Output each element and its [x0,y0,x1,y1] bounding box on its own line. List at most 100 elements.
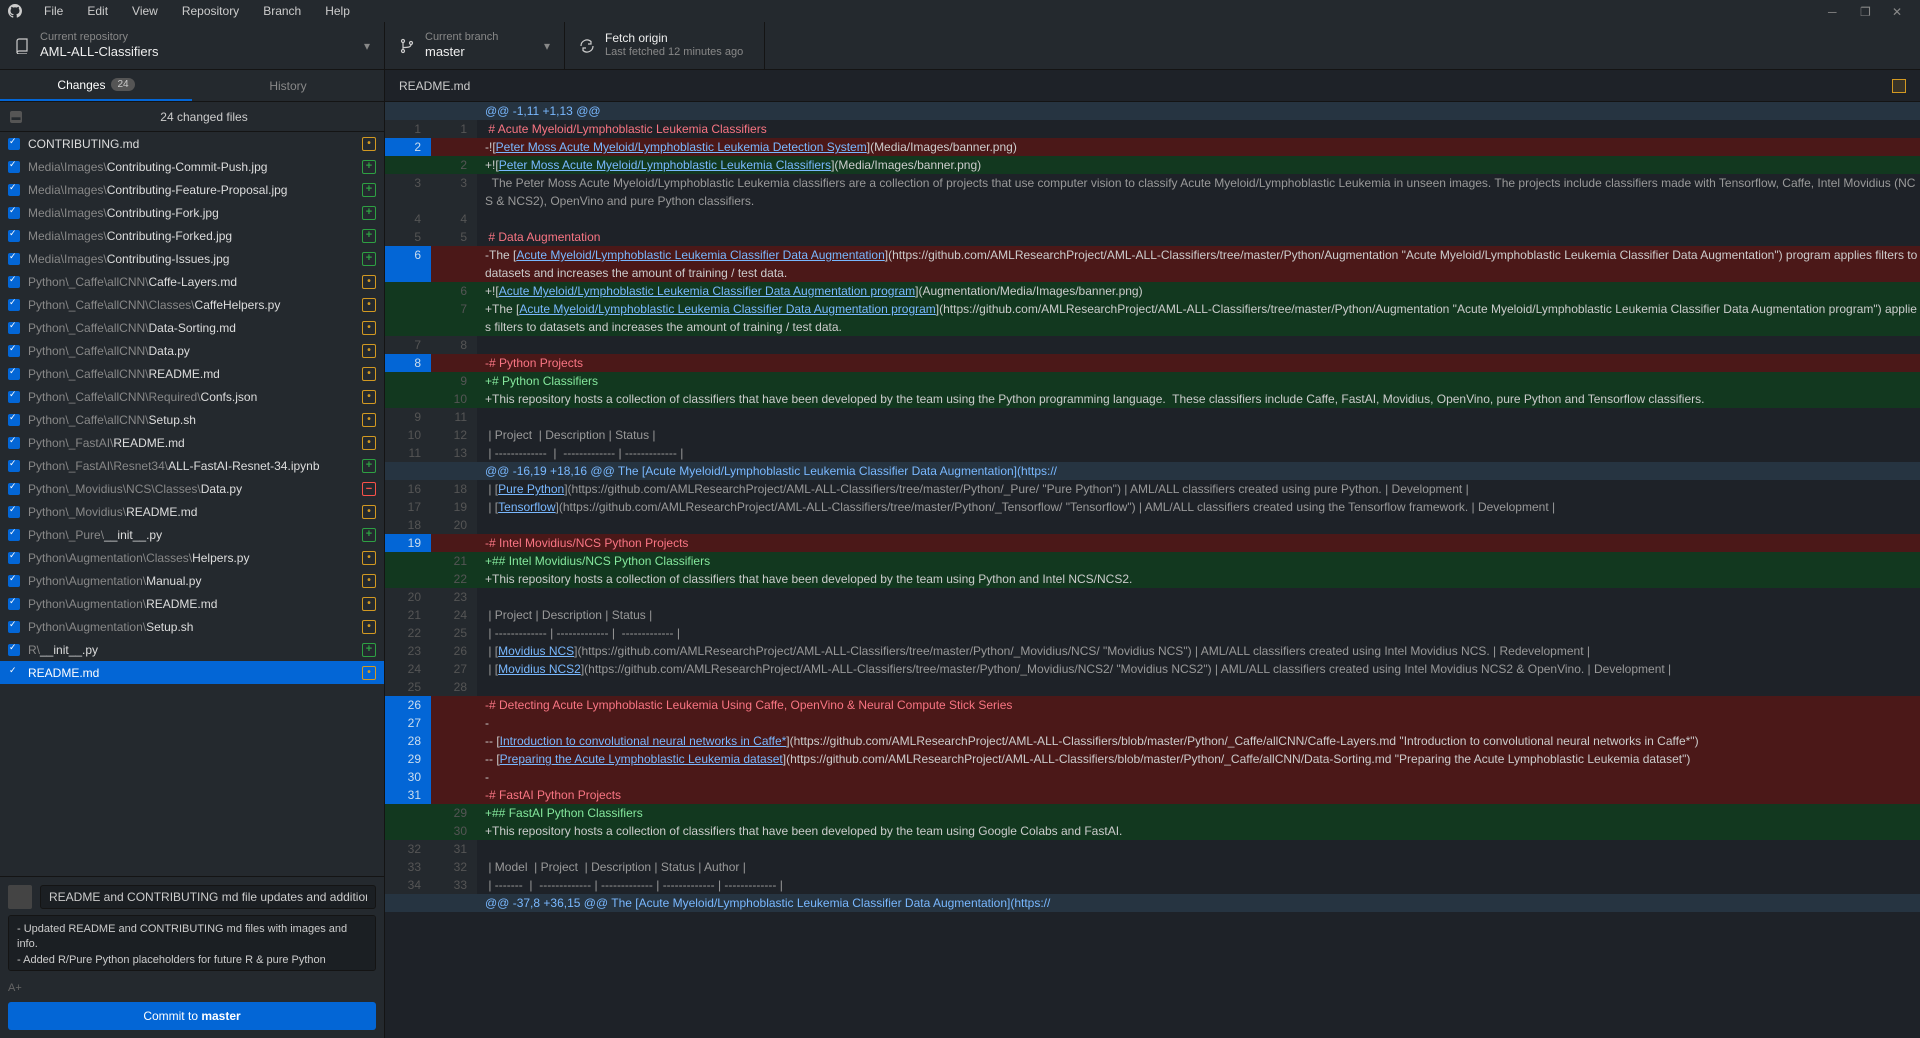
file-checkbox[interactable] [8,460,20,472]
diff-line: 31-# FastAI Python Projects [385,786,1920,804]
file-checkbox[interactable] [8,230,20,242]
file-row[interactable]: Python\_Caffe\allCNN\Caffe-Layers.md [0,270,384,293]
status-added-icon [362,459,376,473]
diff-line: 30+This repository hosts a collection of… [385,822,1920,840]
file-path: Python\_Caffe\allCNN\Setup.sh [28,413,358,427]
expand-diff-icon[interactable] [1892,79,1906,93]
file-path: Python\_Caffe\allCNN\README.md [28,367,358,381]
file-row[interactable]: Python\Augmentation\Manual.py [0,569,384,592]
diff-line: 26-# Detecting Acute Lymphoblastic Leuke… [385,696,1920,714]
file-checkbox[interactable] [8,207,20,219]
file-row[interactable]: Python\_Caffe\allCNN\Data.py [0,339,384,362]
file-checkbox[interactable] [8,598,20,610]
current-branch-selector[interactable]: Current branch master ▾ [385,22,565,69]
file-row[interactable]: Python\_Caffe\allCNN\Classes\CaffeHelper… [0,293,384,316]
commit-description-input[interactable] [8,915,376,971]
file-checkbox[interactable] [8,437,20,449]
file-checkbox[interactable] [8,667,20,679]
file-row[interactable]: Python\_Movidius\NCS\Classes\Data.py [0,477,384,500]
titlebar: FileEditViewRepositoryBranchHelp ─ ❐ ✕ [0,0,1920,22]
add-coauthor-button[interactable]: A+ [8,980,376,1002]
menu-branch[interactable]: Branch [253,2,311,20]
file-checkbox[interactable] [8,414,20,426]
file-row[interactable]: Media\Images\Contributing-Commit-Push.jp… [0,155,384,178]
sidebar: Changes 24 History ▬ 24 changed files CO… [0,70,385,1038]
file-checkbox[interactable] [8,506,20,518]
file-row[interactable]: Media\Images\Contributing-Issues.jpg [0,247,384,270]
file-row[interactable]: Media\Images\Contributing-Fork.jpg [0,201,384,224]
file-path: Python\_FastAI\Resnet34\ALL-FastAI-Resne… [28,459,358,473]
file-row[interactable]: README.md [0,661,384,684]
fetch-origin-button[interactable]: Fetch origin Last fetched 12 minutes ago [565,22,765,69]
tab-changes-label: Changes [57,78,105,92]
file-checkbox[interactable] [8,552,20,564]
file-row[interactable]: Media\Images\Contributing-Forked.jpg [0,224,384,247]
diff-view[interactable]: @@ -1,11 +1,13 @@11 # Acute Myeloid/Lymp… [385,102,1920,1038]
diff-line: 27- [385,714,1920,732]
file-checkbox[interactable] [8,184,20,196]
avatar [8,885,32,909]
file-checkbox[interactable] [8,299,20,311]
diff-line: 2124 | Project | Description | Status | [385,606,1920,624]
maximize-icon[interactable]: ❐ [1860,5,1872,17]
file-row[interactable]: Python\_Caffe\allCNN\Data-Sorting.md [0,316,384,339]
menu-edit[interactable]: Edit [77,2,118,20]
close-icon[interactable]: ✕ [1892,5,1904,17]
file-row[interactable]: Python\_Caffe\allCNN\README.md [0,362,384,385]
file-checkbox[interactable] [8,138,20,150]
status-added-icon [362,206,376,220]
status-modified-icon [362,597,376,611]
menu-help[interactable]: Help [315,2,360,20]
file-row[interactable]: Python\Augmentation\Classes\Helpers.py [0,546,384,569]
open-file-name: README.md [399,79,470,93]
diff-line: 1820 [385,516,1920,534]
file-row[interactable]: Python\Augmentation\README.md [0,592,384,615]
sidebar-tabs: Changes 24 History [0,70,384,102]
file-checkbox[interactable] [8,644,20,656]
file-row[interactable]: Python\_Pure\__init__.py [0,523,384,546]
file-row[interactable]: Python\_Caffe\allCNN\Setup.sh [0,408,384,431]
file-path: Python\_Caffe\allCNN\Classes\CaffeHelper… [28,298,358,312]
file-row[interactable]: R\__init__.py [0,638,384,661]
menu-view[interactable]: View [122,2,168,20]
fetch-label: Fetch origin [605,31,743,46]
menu-repository[interactable]: Repository [172,2,249,20]
file-row[interactable]: Python\_FastAI\Resnet34\ALL-FastAI-Resne… [0,454,384,477]
file-row[interactable]: Python\_Movidius\README.md [0,500,384,523]
file-checkbox[interactable] [8,253,20,265]
tab-history[interactable]: History [192,70,384,101]
file-row[interactable]: CONTRIBUTING.md [0,132,384,155]
file-path: Python\_Pure\__init__.py [28,528,358,542]
file-row[interactable]: Python\Augmentation\Setup.sh [0,615,384,638]
diff-line: 29+## FastAI Python Classifiers [385,804,1920,822]
file-checkbox[interactable] [8,276,20,288]
file-row[interactable]: Media\Images\Contributing-Feature-Propos… [0,178,384,201]
file-list: CONTRIBUTING.mdMedia\Images\Contributing… [0,132,384,876]
file-checkbox[interactable] [8,621,20,633]
file-checkbox[interactable] [8,391,20,403]
file-checkbox[interactable] [8,322,20,334]
file-path: Media\Images\Contributing-Feature-Propos… [28,183,358,197]
diff-line: 2528 [385,678,1920,696]
file-row[interactable]: Python\_FastAI\README.md [0,431,384,454]
file-checkbox[interactable] [8,345,20,357]
diff-line: 7+The [Acute Myeloid/Lymphoblastic Leuke… [385,300,1920,336]
file-row[interactable]: Python\_Caffe\allCNN\Required\Confs.json [0,385,384,408]
tab-history-label: History [269,79,306,93]
file-checkbox[interactable] [8,483,20,495]
file-checkbox[interactable] [8,575,20,587]
tab-changes[interactable]: Changes 24 [0,70,192,101]
current-repository-selector[interactable]: Current repository AML-ALL-Classifiers ▾ [0,22,385,69]
minimize-icon[interactable]: ─ [1828,5,1840,17]
select-all-checkbox[interactable]: ▬ [10,111,22,123]
file-checkbox[interactable] [8,368,20,380]
status-added-icon [362,183,376,197]
diff-line: 2023 [385,588,1920,606]
commit-button[interactable]: Commit to master [8,1002,376,1030]
changes-summary-row[interactable]: ▬ 24 changed files [0,102,384,132]
chevron-down-icon: ▾ [364,39,370,53]
menu-file[interactable]: File [34,2,73,20]
file-checkbox[interactable] [8,161,20,173]
file-checkbox[interactable] [8,529,20,541]
commit-summary-input[interactable] [40,885,376,909]
